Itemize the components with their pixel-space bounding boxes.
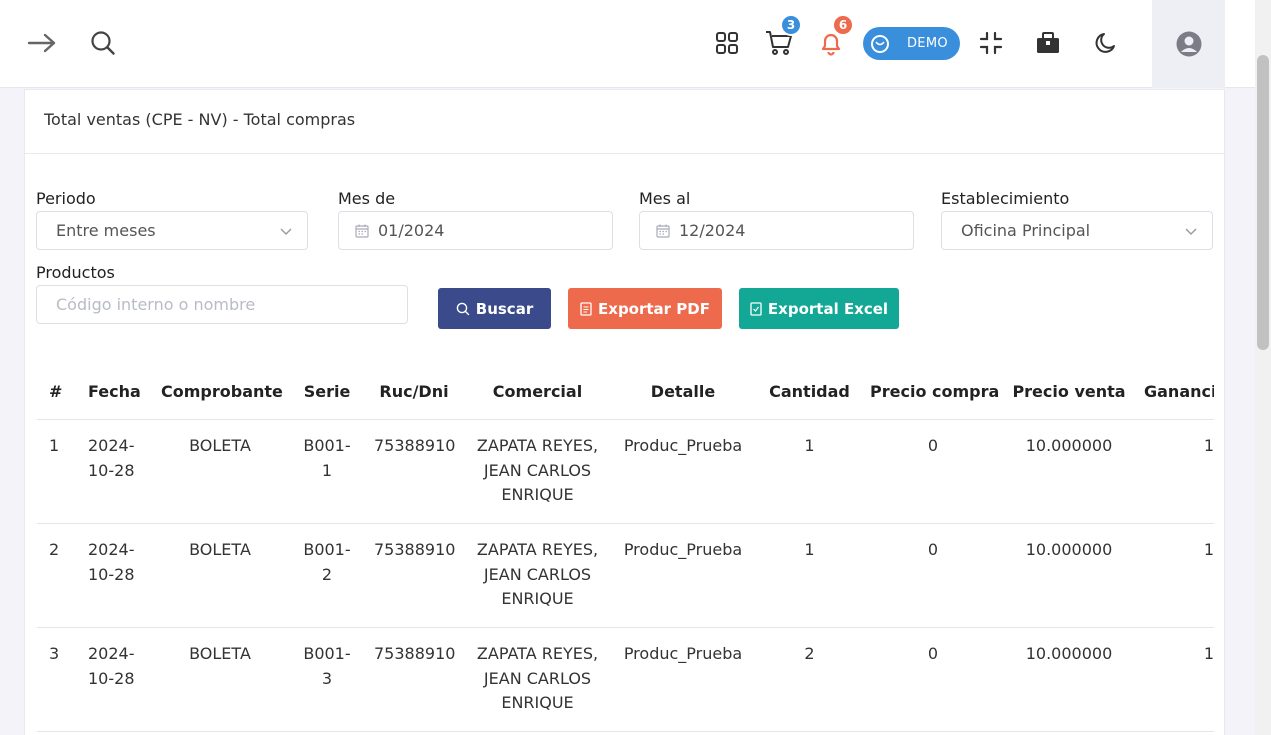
demo-mode-button[interactable]: DEMO	[863, 27, 960, 60]
chevron-down-icon	[1184, 223, 1198, 242]
col-header-fecha[interactable]: Fecha	[88, 380, 148, 405]
cell-ganancia: 1	[1203, 540, 1214, 559]
card-title: Total ventas (CPE - NV) - Total compras	[25, 90, 1224, 154]
cell-ganancia: 1	[1203, 436, 1214, 455]
table-row: 3 2024-10-28 BOLETA B001-3 75388910 ZAPA…	[37, 628, 1214, 732]
cell-fecha: 2024-10-28	[88, 644, 135, 688]
col-header-detalle[interactable]: Detalle	[617, 380, 749, 405]
exportar-pdf-label: Exportar PDF	[598, 299, 710, 318]
cart-count-badge: 3	[780, 14, 802, 36]
cell-fecha: 2024-10-28	[88, 540, 135, 584]
periodo-value: Entre meses	[56, 221, 156, 240]
cell-precio-venta: 10.000000	[1025, 540, 1113, 559]
search-icon	[456, 302, 469, 315]
briefcase-icon[interactable]	[1031, 26, 1065, 60]
cell-serie: B001-3	[303, 644, 351, 688]
buscar-label: Buscar	[475, 299, 534, 318]
exit-fullscreen-icon[interactable]	[974, 26, 1008, 60]
cell-ruc-dni: 75388910	[374, 540, 456, 559]
results-table: # Fecha Comprobante Serie Ruc/Dni Comerc…	[37, 368, 1214, 732]
cell-num: 3	[49, 644, 60, 663]
mes-de-value: 01/2024	[378, 221, 445, 240]
cell-precio-compra: 0	[927, 436, 939, 455]
scrollbar-thumb[interactable]	[1257, 55, 1269, 350]
cell-precio-compra: 0	[927, 644, 939, 663]
chevron-down-icon	[279, 223, 293, 242]
cell-cantidad: 2	[804, 644, 815, 663]
cell-detalle: Produc_Prueba	[623, 540, 743, 559]
cell-comprobante: BOLETA	[189, 644, 251, 663]
mes-al-input[interactable]: 12/2024	[639, 211, 914, 250]
cell-precio-compra: 0	[927, 540, 939, 559]
mes-de-label: Mes de	[338, 189, 396, 208]
cell-comprobante: BOLETA	[189, 436, 251, 455]
cell-ruc-dni: 75388910	[374, 644, 456, 663]
col-header-serie[interactable]: Serie	[303, 380, 351, 405]
apps-grid-icon[interactable]	[710, 26, 744, 60]
report-card: Total ventas (CPE - NV) - Total compras …	[24, 89, 1225, 735]
periodo-select[interactable]: Entre meses	[36, 211, 308, 250]
table-row: 2 2024-10-28 BOLETA B001-2 75388910 ZAPA…	[37, 524, 1214, 628]
establecimiento-label: Establecimiento	[941, 189, 1070, 208]
notifications-count-badge: 6	[832, 14, 854, 36]
col-header-num[interactable]: #	[49, 380, 65, 405]
col-header-ruc-dni[interactable]: Ruc/Dni	[374, 380, 454, 405]
document-icon	[580, 301, 592, 316]
productos-placeholder: Código interno o nombre	[56, 295, 256, 314]
col-header-comercial[interactable]: Comercial	[469, 380, 606, 405]
periodo-label: Periodo	[36, 189, 96, 208]
cell-serie: B001-1	[303, 436, 351, 480]
dark-mode-moon-icon[interactable]	[1089, 26, 1123, 60]
productos-label: Productos	[36, 263, 115, 282]
mes-al-label: Mes al	[639, 189, 691, 208]
cell-precio-venta: 10.000000	[1025, 436, 1113, 455]
cell-comprobante: BOLETA	[189, 540, 251, 559]
notifications-button[interactable]: 6	[814, 14, 854, 60]
col-header-comprobante[interactable]: Comprobante	[161, 380, 283, 405]
exportar-excel-button[interactable]: Exportal Excel	[739, 288, 899, 329]
cell-cantidad: 1	[804, 540, 815, 559]
buscar-button[interactable]: Buscar	[438, 288, 551, 329]
col-header-precio-venta[interactable]: Precio venta	[1012, 380, 1126, 405]
cell-num: 2	[49, 540, 60, 559]
spreadsheet-icon	[750, 301, 762, 316]
toggle-sidebar-arrow-icon[interactable]	[25, 26, 59, 60]
exportar-pdf-button[interactable]: Exportar PDF	[568, 288, 722, 329]
col-header-precio-compra[interactable]: Precio compra	[870, 380, 999, 405]
col-header-cantidad[interactable]: Cantidad	[763, 380, 856, 405]
cart-button[interactable]: 3	[762, 14, 802, 60]
search-icon[interactable]	[86, 26, 120, 60]
col-header-ganancia[interactable]: Gananci	[1144, 380, 1214, 405]
cell-num: 1	[49, 436, 60, 455]
productos-search-input[interactable]: Código interno o nombre	[36, 285, 408, 324]
cell-comercial: ZAPATA REYES, JEAN CARLOS ENRIQUE	[476, 644, 599, 712]
cell-ganancia: 1	[1203, 644, 1214, 663]
calendar-icon	[655, 223, 671, 239]
user-menu[interactable]	[1152, 0, 1225, 88]
mes-de-input[interactable]: 01/2024	[338, 211, 613, 250]
cell-serie: B001-2	[303, 540, 351, 584]
user-avatar-icon	[1176, 31, 1201, 57]
cell-comercial: ZAPATA REYES, JEAN CARLOS ENRIQUE	[476, 540, 599, 608]
cell-detalle: Produc_Prueba	[623, 644, 743, 663]
mes-al-value: 12/2024	[679, 221, 746, 240]
exportar-excel-label: Exportal Excel	[767, 299, 889, 318]
demo-label: DEMO	[907, 36, 948, 51]
cell-ruc-dni: 75388910	[374, 436, 456, 455]
cell-fecha: 2024-10-28	[88, 436, 135, 480]
establecimiento-select[interactable]: Oficina Principal	[941, 211, 1213, 250]
page-scrollbar[interactable]	[1255, 0, 1271, 735]
calendar-icon	[354, 223, 370, 239]
cell-precio-venta: 10.000000	[1025, 644, 1113, 663]
table-row: 1 2024-10-28 BOLETA B001-1 75388910 ZAPA…	[37, 420, 1214, 524]
table-header-row: # Fecha Comprobante Serie Ruc/Dni Comerc…	[37, 368, 1214, 420]
cell-comercial: ZAPATA REYES, JEAN CARLOS ENRIQUE	[476, 436, 599, 504]
cell-cantidad: 1	[804, 436, 815, 455]
establecimiento-value: Oficina Principal	[961, 221, 1091, 240]
top-navbar: 3 6 DEMO	[0, 0, 1255, 88]
cell-detalle: Produc_Prueba	[623, 436, 743, 455]
smile-icon	[871, 34, 889, 53]
